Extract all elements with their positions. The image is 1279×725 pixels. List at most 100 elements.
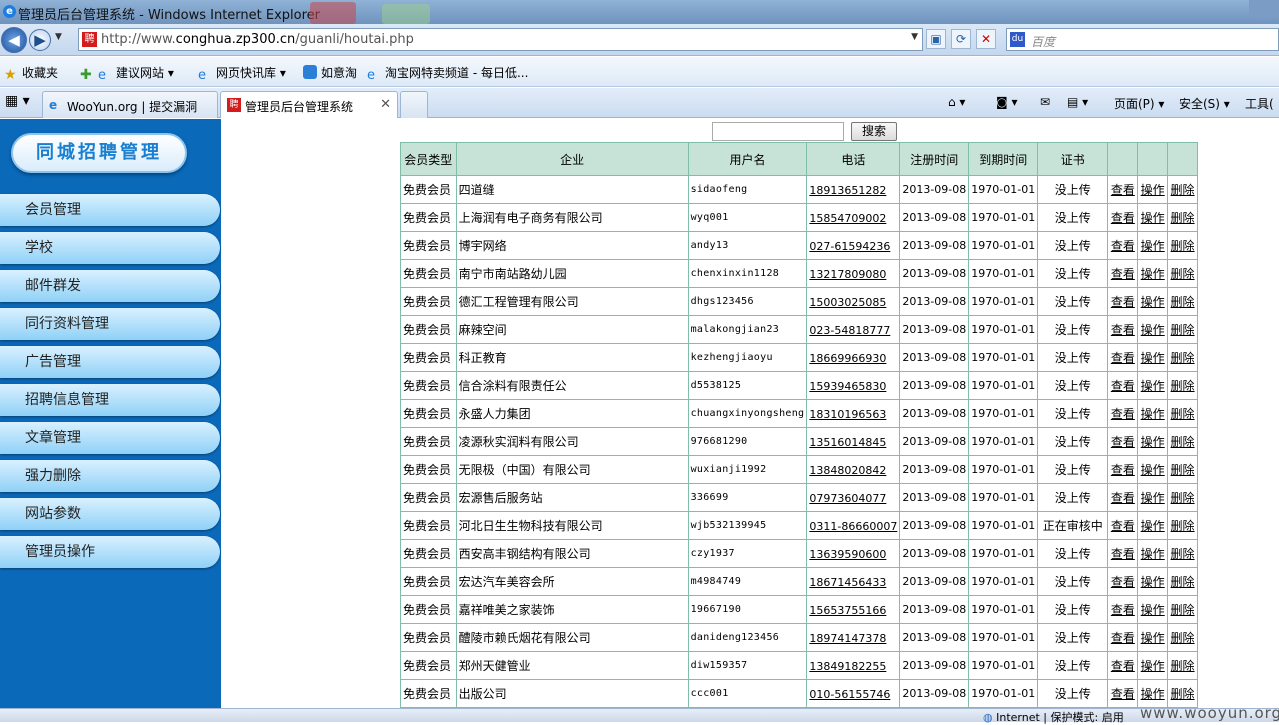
- edit-link-text[interactable]: 操作: [1141, 379, 1165, 393]
- phone-cell[interactable]: 13639590600: [807, 540, 900, 567]
- phone-cell[interactable]: 13849182255: [807, 652, 900, 679]
- delete-link-text[interactable]: 删除: [1171, 519, 1195, 533]
- phone-cell-text[interactable]: 13516014845: [809, 436, 886, 449]
- quick-tabs-icon[interactable]: ▦ ▾: [5, 93, 30, 109]
- phone-cell-text[interactable]: 13639590600: [809, 548, 886, 561]
- close-tab-icon[interactable]: ✕: [380, 97, 391, 112]
- view-link[interactable]: 查看: [1108, 288, 1138, 315]
- mail-icon[interactable]: ✉: [1040, 95, 1050, 109]
- delete-link[interactable]: 删除: [1168, 680, 1197, 707]
- delete-link-text[interactable]: 删除: [1171, 435, 1195, 449]
- delete-link[interactable]: 删除: [1168, 624, 1197, 651]
- stop-icon[interactable]: ✕: [976, 29, 996, 49]
- phone-cell-text[interactable]: 0311-86660007: [809, 520, 897, 533]
- delete-link[interactable]: 删除: [1168, 288, 1197, 315]
- phone-cell[interactable]: 15003025085: [807, 288, 900, 315]
- delete-link[interactable]: 删除: [1168, 568, 1197, 595]
- search-button[interactable]: 搜索: [851, 122, 897, 141]
- view-link[interactable]: 查看: [1108, 568, 1138, 595]
- delete-link[interactable]: 删除: [1168, 652, 1197, 679]
- view-link-text[interactable]: 查看: [1111, 463, 1135, 477]
- fav-item-webslice[interactable]: e 网页快讯库 ▾: [198, 64, 286, 83]
- close-window-button[interactable]: [1249, 0, 1279, 18]
- edit-link-text[interactable]: 操作: [1141, 435, 1165, 449]
- phone-cell-text[interactable]: 13217809080: [809, 268, 886, 281]
- new-tab-button[interactable]: [400, 91, 428, 118]
- edit-link-text[interactable]: 操作: [1141, 239, 1165, 253]
- phone-cell[interactable]: 13848020842: [807, 456, 900, 483]
- view-link-text[interactable]: 查看: [1111, 211, 1135, 225]
- phone-cell-text[interactable]: 18310196563: [809, 408, 886, 421]
- view-link[interactable]: 查看: [1108, 204, 1138, 231]
- edit-link[interactable]: 操作: [1138, 456, 1168, 483]
- edit-link-text[interactable]: 操作: [1141, 519, 1165, 533]
- phone-cell-text[interactable]: 15854709002: [809, 212, 886, 225]
- view-link-text[interactable]: 查看: [1111, 491, 1135, 505]
- view-link-text[interactable]: 查看: [1111, 547, 1135, 561]
- phone-cell[interactable]: 07973604077: [807, 484, 900, 511]
- sidebar-item[interactable]: 广告管理: [0, 346, 220, 378]
- delete-link-text[interactable]: 删除: [1171, 631, 1195, 645]
- edit-link[interactable]: 操作: [1138, 596, 1168, 623]
- view-link[interactable]: 查看: [1108, 456, 1138, 483]
- delete-link[interactable]: 删除: [1168, 484, 1197, 511]
- view-link-text[interactable]: 查看: [1111, 407, 1135, 421]
- sidebar-item[interactable]: 学校: [0, 232, 220, 264]
- edit-link-text[interactable]: 操作: [1141, 295, 1165, 309]
- edit-link[interactable]: 操作: [1138, 680, 1168, 707]
- delete-link-text[interactable]: 删除: [1171, 323, 1195, 337]
- delete-link-text[interactable]: 删除: [1171, 407, 1195, 421]
- delete-link-text[interactable]: 删除: [1171, 603, 1195, 617]
- search-input[interactable]: du 百度: [1006, 28, 1279, 51]
- phone-cell-text[interactable]: 18974147378: [809, 632, 886, 645]
- fav-item-ruyitao[interactable]: 如意淘: [303, 64, 357, 81]
- delete-link[interactable]: 删除: [1168, 596, 1197, 623]
- fav-item-suggested[interactable]: ✚ e 建议网站 ▾: [80, 64, 174, 83]
- delete-link[interactable]: 删除: [1168, 176, 1197, 203]
- edit-link-text[interactable]: 操作: [1141, 575, 1165, 589]
- phone-cell[interactable]: 15939465830: [807, 372, 900, 399]
- view-link[interactable]: 查看: [1108, 484, 1138, 511]
- phone-cell[interactable]: 18974147378: [807, 624, 900, 651]
- phone-cell-text[interactable]: 18669966930: [809, 352, 886, 365]
- favorites-button[interactable]: ★ 收藏夹: [4, 64, 58, 82]
- view-link[interactable]: 查看: [1108, 512, 1138, 539]
- view-link-text[interactable]: 查看: [1111, 435, 1135, 449]
- delete-link[interactable]: 删除: [1168, 344, 1197, 371]
- feeds-icon[interactable]: ◙ ▾: [996, 95, 1017, 109]
- edit-link[interactable]: 操作: [1138, 540, 1168, 567]
- edit-link-text[interactable]: 操作: [1141, 603, 1165, 617]
- edit-link-text[interactable]: 操作: [1141, 547, 1165, 561]
- delete-link[interactable]: 删除: [1168, 512, 1197, 539]
- keyword-input[interactable]: [712, 122, 844, 141]
- sidebar-item[interactable]: 管理员操作: [0, 536, 220, 568]
- page-menu[interactable]: 页面(P) ▾: [1114, 95, 1164, 112]
- phone-cell-text[interactable]: 010-56155746: [809, 688, 890, 701]
- view-link-text[interactable]: 查看: [1111, 323, 1135, 337]
- phone-cell[interactable]: 13516014845: [807, 428, 900, 455]
- sidebar-item[interactable]: 会员管理: [0, 194, 220, 226]
- edit-link[interactable]: 操作: [1138, 428, 1168, 455]
- tab-admin[interactable]: 聘 管理员后台管理系统 ✕: [220, 91, 398, 118]
- delete-link-text[interactable]: 删除: [1171, 211, 1195, 225]
- view-link[interactable]: 查看: [1108, 652, 1138, 679]
- edit-link[interactable]: 操作: [1138, 260, 1168, 287]
- edit-link[interactable]: 操作: [1138, 400, 1168, 427]
- view-link-text[interactable]: 查看: [1111, 687, 1135, 701]
- delete-link[interactable]: 删除: [1168, 316, 1197, 343]
- phone-cell-text[interactable]: 18671456433: [809, 576, 886, 589]
- delete-link-text[interactable]: 删除: [1171, 379, 1195, 393]
- view-link[interactable]: 查看: [1108, 372, 1138, 399]
- fav-item-taobao[interactable]: e 淘宝网特卖频道 - 每日低...: [367, 64, 528, 83]
- edit-link-text[interactable]: 操作: [1141, 659, 1165, 673]
- edit-link[interactable]: 操作: [1138, 204, 1168, 231]
- view-link[interactable]: 查看: [1108, 316, 1138, 343]
- edit-link-text[interactable]: 操作: [1141, 351, 1165, 365]
- view-link[interactable]: 查看: [1108, 344, 1138, 371]
- delete-link[interactable]: 删除: [1168, 260, 1197, 287]
- delete-link-text[interactable]: 删除: [1171, 547, 1195, 561]
- view-link-text[interactable]: 查看: [1111, 239, 1135, 253]
- tools-menu[interactable]: 工具(: [1245, 95, 1274, 112]
- view-link[interactable]: 查看: [1108, 680, 1138, 707]
- delete-link-text[interactable]: 删除: [1171, 463, 1195, 477]
